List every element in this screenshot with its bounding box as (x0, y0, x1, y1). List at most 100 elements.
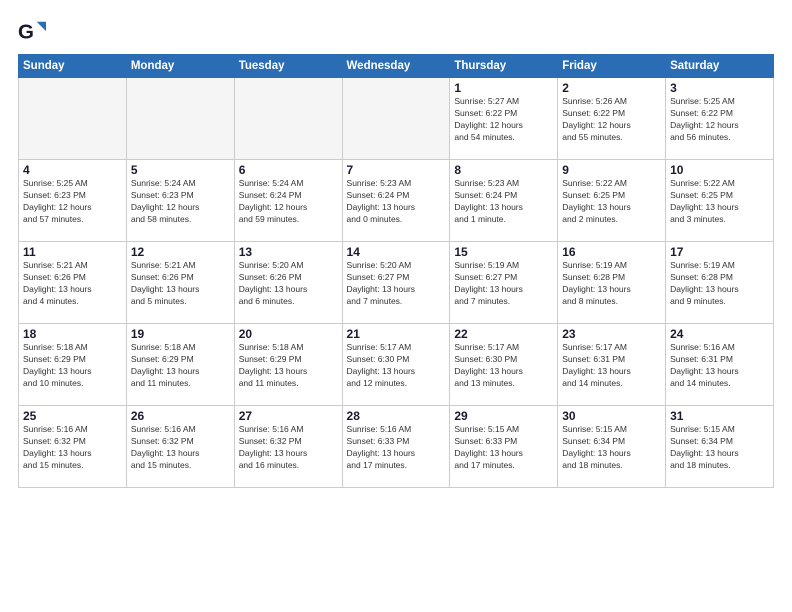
day-number: 9 (562, 163, 661, 177)
calendar-week-row: 18 Sunrise: 5:18 AM Sunset: 6:29 PM Dayli… (19, 324, 774, 406)
day-info: Sunrise: 5:16 AM Sunset: 6:32 PM Dayligh… (239, 424, 338, 472)
calendar-week-row: 11Sunrise: 5:21 AM Sunset: 6:26 PM Dayli… (19, 242, 774, 324)
day-info: Sunrise: 5:20 AM Sunset: 6:27 PM Dayligh… (347, 260, 446, 308)
day-number: 12 (131, 245, 230, 259)
calendar-cell: 29Sunrise: 5:15 AM Sunset: 6:33 PM Dayli… (450, 406, 558, 488)
day-info: Sunrise: 5:26 AM Sunset: 6:22 PM Dayligh… (562, 96, 661, 144)
day-number: 21 (347, 327, 446, 341)
calendar-cell: 7Sunrise: 5:23 AM Sunset: 6:24 PM Daylig… (342, 160, 450, 242)
day-number: 7 (347, 163, 446, 177)
calendar-cell: 31Sunrise: 5:15 AM Sunset: 6:34 PM Dayli… (666, 406, 774, 488)
day-info: Sunrise: 5:27 AM Sunset: 6:22 PM Dayligh… (454, 96, 553, 144)
day-info: Sunrise: 5:24 AM Sunset: 6:23 PM Dayligh… (131, 178, 230, 226)
weekday-header: Thursday (450, 55, 558, 78)
day-info: Sunrise: 5:22 AM Sunset: 6:25 PM Dayligh… (670, 178, 769, 226)
day-info: Sunrise: 5:18 AM Sunset: 6:29 PM Dayligh… (131, 342, 230, 390)
calendar-cell: 14Sunrise: 5:20 AM Sunset: 6:27 PM Dayli… (342, 242, 450, 324)
page: G SundayMondayTuesdayWednesdayThursdayFr… (0, 0, 792, 612)
day-number: 27 (239, 409, 338, 423)
weekday-row: SundayMondayTuesdayWednesdayThursdayFrid… (19, 55, 774, 78)
calendar-cell: 17Sunrise: 5:19 AM Sunset: 6:28 PM Dayli… (666, 242, 774, 324)
day-info: Sunrise: 5:16 AM Sunset: 6:31 PM Dayligh… (670, 342, 769, 390)
day-number: 18 (23, 327, 122, 341)
calendar-cell: 9Sunrise: 5:22 AM Sunset: 6:25 PM Daylig… (558, 160, 666, 242)
day-info: Sunrise: 5:17 AM Sunset: 6:31 PM Dayligh… (562, 342, 661, 390)
day-number: 31 (670, 409, 769, 423)
day-info: Sunrise: 5:25 AM Sunset: 6:23 PM Dayligh… (23, 178, 122, 226)
calendar-cell: 1Sunrise: 5:27 AM Sunset: 6:22 PM Daylig… (450, 78, 558, 160)
day-info: Sunrise: 5:16 AM Sunset: 6:32 PM Dayligh… (131, 424, 230, 472)
day-number: 10 (670, 163, 769, 177)
weekday-header: Tuesday (234, 55, 342, 78)
day-info: Sunrise: 5:21 AM Sunset: 6:26 PM Dayligh… (23, 260, 122, 308)
day-number: 28 (347, 409, 446, 423)
calendar-cell: 26Sunrise: 5:16 AM Sunset: 6:32 PM Dayli… (126, 406, 234, 488)
calendar-cell: 30Sunrise: 5:15 AM Sunset: 6:34 PM Dayli… (558, 406, 666, 488)
calendar-cell: 27Sunrise: 5:16 AM Sunset: 6:32 PM Dayli… (234, 406, 342, 488)
day-number: 23 (562, 327, 661, 341)
calendar-cell (342, 78, 450, 160)
day-info: Sunrise: 5:19 AM Sunset: 6:28 PM Dayligh… (562, 260, 661, 308)
weekday-header: Sunday (19, 55, 127, 78)
day-info: Sunrise: 5:17 AM Sunset: 6:30 PM Dayligh… (347, 342, 446, 390)
day-number: 6 (239, 163, 338, 177)
day-number: 14 (347, 245, 446, 259)
logo-icon: G (18, 18, 46, 46)
day-info: Sunrise: 5:23 AM Sunset: 6:24 PM Dayligh… (347, 178, 446, 226)
day-number: 19 (131, 327, 230, 341)
day-info: Sunrise: 5:15 AM Sunset: 6:34 PM Dayligh… (670, 424, 769, 472)
day-number: 8 (454, 163, 553, 177)
calendar-table: SundayMondayTuesdayWednesdayThursdayFrid… (18, 54, 774, 488)
calendar-week-row: 25 Sunrise: 5:16 AM Sunset: 6:32 PM Dayli… (19, 406, 774, 488)
calendar-cell: 19Sunrise: 5:18 AM Sunset: 6:29 PM Dayli… (126, 324, 234, 406)
calendar-cell: 18Sunrise: 5:18 AM Sunset: 6:29 PM Dayli… (19, 324, 127, 406)
calendar-cell: 3Sunrise: 5:25 AM Sunset: 6:22 PM Daylig… (666, 78, 774, 160)
calendar-cell: 5Sunrise: 5:24 AM Sunset: 6:23 PM Daylig… (126, 160, 234, 242)
day-info: Sunrise: 5:25 AM Sunset: 6:22 PM Dayligh… (670, 96, 769, 144)
calendar-cell (126, 78, 234, 160)
calendar-cell: 4Sunrise: 5:25 AM Sunset: 6:23 PM Daylig… (19, 160, 127, 242)
day-number: 5 (131, 163, 230, 177)
weekday-header: Friday (558, 55, 666, 78)
weekday-header: Wednesday (342, 55, 450, 78)
day-number: 16 (562, 245, 661, 259)
calendar-cell (234, 78, 342, 160)
day-info: Sunrise: 5:21 AM Sunset: 6:26 PM Dayligh… (131, 260, 230, 308)
logo: G (18, 18, 48, 46)
day-info: Sunrise: 5:16 AM Sunset: 6:33 PM Dayligh… (347, 424, 446, 472)
calendar-cell: 28Sunrise: 5:16 AM Sunset: 6:33 PM Dayli… (342, 406, 450, 488)
day-number: 2 (562, 81, 661, 95)
day-number: 24 (670, 327, 769, 341)
header: G (18, 18, 774, 46)
calendar-cell: 25Sunrise: 5:16 AM Sunset: 6:32 PM Dayli… (19, 406, 127, 488)
day-info: Sunrise: 5:15 AM Sunset: 6:34 PM Dayligh… (562, 424, 661, 472)
day-number: 30 (562, 409, 661, 423)
day-number: 20 (239, 327, 338, 341)
calendar-cell: 23Sunrise: 5:17 AM Sunset: 6:31 PM Dayli… (558, 324, 666, 406)
weekday-header: Monday (126, 55, 234, 78)
calendar-week-row: 1Sunrise: 5:27 AM Sunset: 6:22 PM Daylig… (19, 78, 774, 160)
calendar-cell: 8Sunrise: 5:23 AM Sunset: 6:24 PM Daylig… (450, 160, 558, 242)
day-info: Sunrise: 5:15 AM Sunset: 6:33 PM Dayligh… (454, 424, 553, 472)
calendar-cell: 20Sunrise: 5:18 AM Sunset: 6:29 PM Dayli… (234, 324, 342, 406)
calendar-header: SundayMondayTuesdayWednesdayThursdayFrid… (19, 55, 774, 78)
day-number: 1 (454, 81, 553, 95)
calendar-cell: 10Sunrise: 5:22 AM Sunset: 6:25 PM Dayli… (666, 160, 774, 242)
day-info: Sunrise: 5:19 AM Sunset: 6:27 PM Dayligh… (454, 260, 553, 308)
day-number: 29 (454, 409, 553, 423)
calendar-cell: 11Sunrise: 5:21 AM Sunset: 6:26 PM Dayli… (19, 242, 127, 324)
day-number: 15 (454, 245, 553, 259)
calendar-cell: 6Sunrise: 5:24 AM Sunset: 6:24 PM Daylig… (234, 160, 342, 242)
day-number: 4 (23, 163, 122, 177)
day-info: Sunrise: 5:18 AM Sunset: 6:29 PM Dayligh… (239, 342, 338, 390)
calendar-cell: 13Sunrise: 5:20 AM Sunset: 6:26 PM Dayli… (234, 242, 342, 324)
day-number: 26 (131, 409, 230, 423)
day-number: 17 (670, 245, 769, 259)
calendar-cell: 22Sunrise: 5:17 AM Sunset: 6:30 PM Dayli… (450, 324, 558, 406)
calendar-week-row: 4Sunrise: 5:25 AM Sunset: 6:23 PM Daylig… (19, 160, 774, 242)
calendar-cell: 2Sunrise: 5:26 AM Sunset: 6:22 PM Daylig… (558, 78, 666, 160)
day-number: 25 (23, 409, 122, 423)
calendar-cell: 15Sunrise: 5:19 AM Sunset: 6:27 PM Dayli… (450, 242, 558, 324)
day-info: Sunrise: 5:24 AM Sunset: 6:24 PM Dayligh… (239, 178, 338, 226)
day-number: 3 (670, 81, 769, 95)
